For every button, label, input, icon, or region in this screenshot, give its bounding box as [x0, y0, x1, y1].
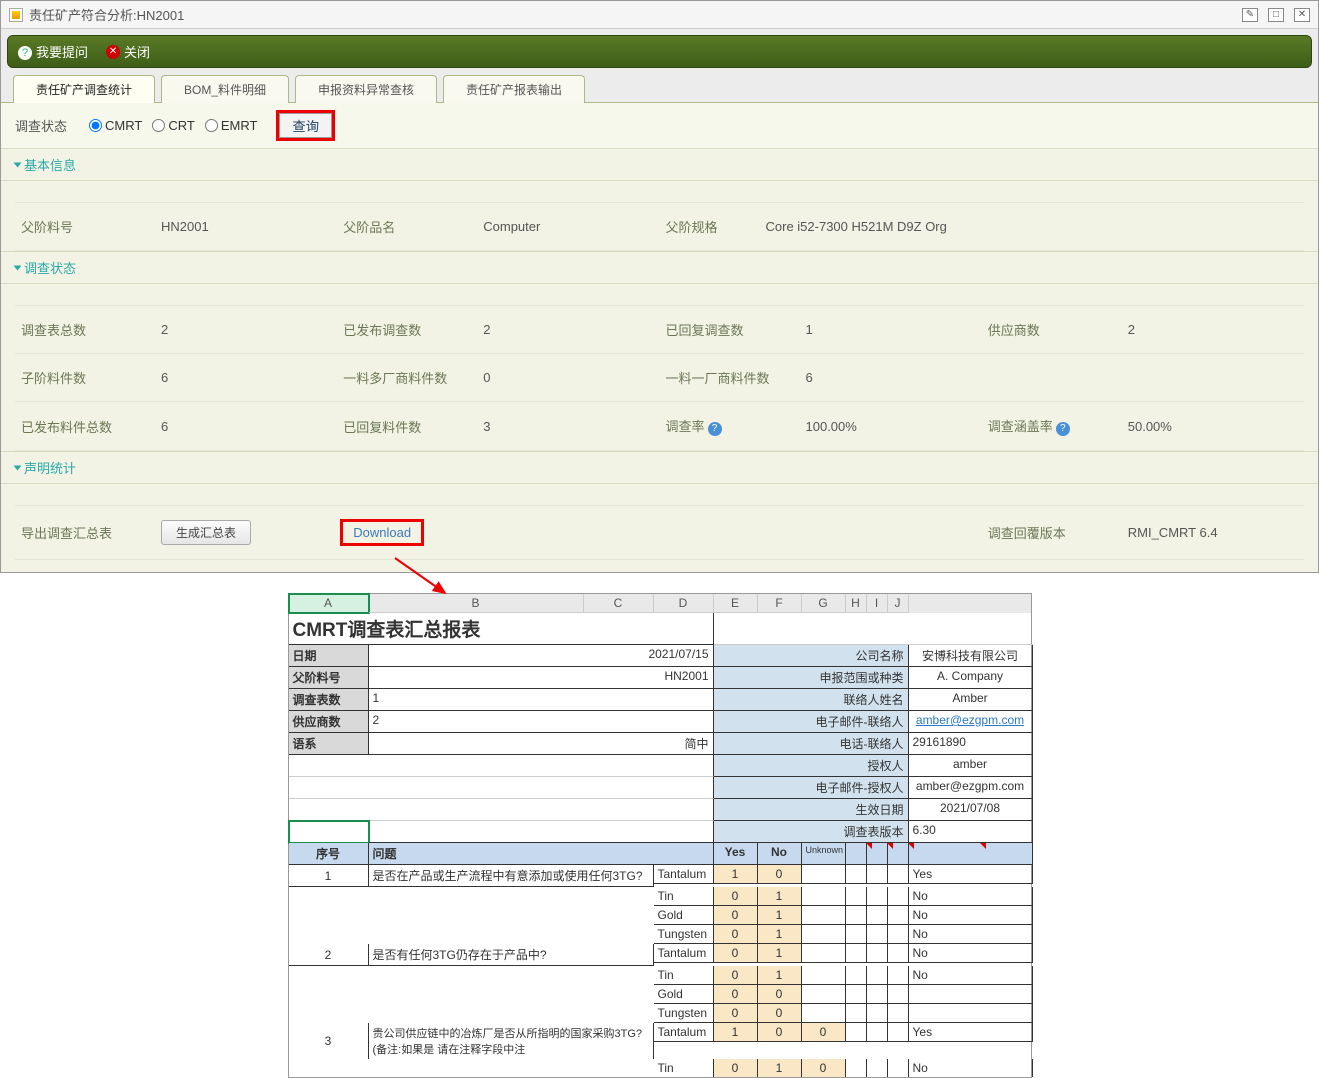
tab-survey-stats[interactable]: 责任矿产调查统计: [13, 75, 155, 103]
tab-strip: 责任矿产调查统计 BOM_料件明细 申报资料异常查核 责任矿产报表输出: [1, 74, 1318, 103]
help-icon[interactable]: ?: [708, 422, 722, 436]
version-label: 调查回覆版本: [988, 523, 1128, 542]
radio-crt[interactable]: CRT: [152, 118, 194, 133]
ask-question-button[interactable]: 我要提问: [18, 42, 88, 61]
version-value: RMI_CMRT 6.4: [1128, 525, 1298, 540]
titlebar: 责任矿产符合分析:HN2001 ✎ □ ✕: [1, 1, 1318, 29]
parent-part-value: HN2001: [161, 219, 331, 234]
close-button[interactable]: ✕ 关闭: [106, 42, 150, 61]
parent-name-value: Computer: [483, 219, 653, 234]
window-pin-button[interactable]: ✎: [1242, 8, 1258, 22]
export-label: 导出调查汇总表: [21, 523, 161, 542]
window-close-button[interactable]: ✕: [1294, 8, 1310, 22]
window-maximize-button[interactable]: □: [1268, 8, 1284, 22]
parent-spec-label: 父阶规格: [666, 217, 766, 236]
section-declaration-stats[interactable]: 声明统计: [1, 451, 1318, 484]
annotation-arrow: [390, 553, 470, 603]
filter-label: 调查状态: [15, 116, 67, 135]
contact-email-link[interactable]: amber@ezgpm.com: [909, 711, 1033, 733]
tab-report-output[interactable]: 责任矿产报表输出: [443, 75, 585, 103]
window-title: 责任矿产符合分析:HN2001: [29, 5, 184, 24]
download-link[interactable]: Download: [343, 522, 421, 543]
help-icon: [18, 44, 32, 60]
generate-summary-button[interactable]: 生成汇总表: [161, 520, 251, 545]
app-window: 责任矿产符合分析:HN2001 ✎ □ ✕ 我要提问 ✕ 关闭 责任矿产调查统计…: [0, 0, 1319, 573]
parent-name-label: 父阶品名: [343, 217, 483, 236]
query-button[interactable]: 查询: [279, 113, 332, 138]
tab-bom-parts[interactable]: BOM_料件明细: [161, 75, 289, 103]
tab-anomaly-check[interactable]: 申报资料异常查核: [295, 75, 437, 103]
section-survey-status[interactable]: 调查状态: [1, 251, 1318, 284]
content-panel: 调查状态 CMRT CRT EMRT 查询 基本信息 父阶料号HN2001 父阶…: [1, 103, 1318, 572]
radio-cmrt[interactable]: CMRT: [89, 118, 142, 133]
excel-preview: A B C D E F G H I J CMRT调查表汇总报表 日期 2021/…: [288, 593, 1032, 1078]
section-basic-info[interactable]: 基本信息: [1, 148, 1318, 181]
survey-type-radio-group: CMRT CRT EMRT: [89, 118, 257, 133]
sheet-title: CMRT调查表汇总报表: [289, 613, 714, 645]
close-icon: ✕: [106, 45, 120, 59]
parent-spec-value: Core i52-7300 H521M D9Z Org: [766, 219, 976, 234]
main-toolbar: 我要提问 ✕ 关闭: [7, 35, 1312, 68]
radio-emrt[interactable]: EMRT: [205, 118, 258, 133]
app-icon: [9, 8, 23, 22]
selected-cell[interactable]: [289, 821, 369, 843]
parent-part-label: 父阶料号: [21, 217, 161, 236]
help-icon[interactable]: ?: [1056, 422, 1070, 436]
